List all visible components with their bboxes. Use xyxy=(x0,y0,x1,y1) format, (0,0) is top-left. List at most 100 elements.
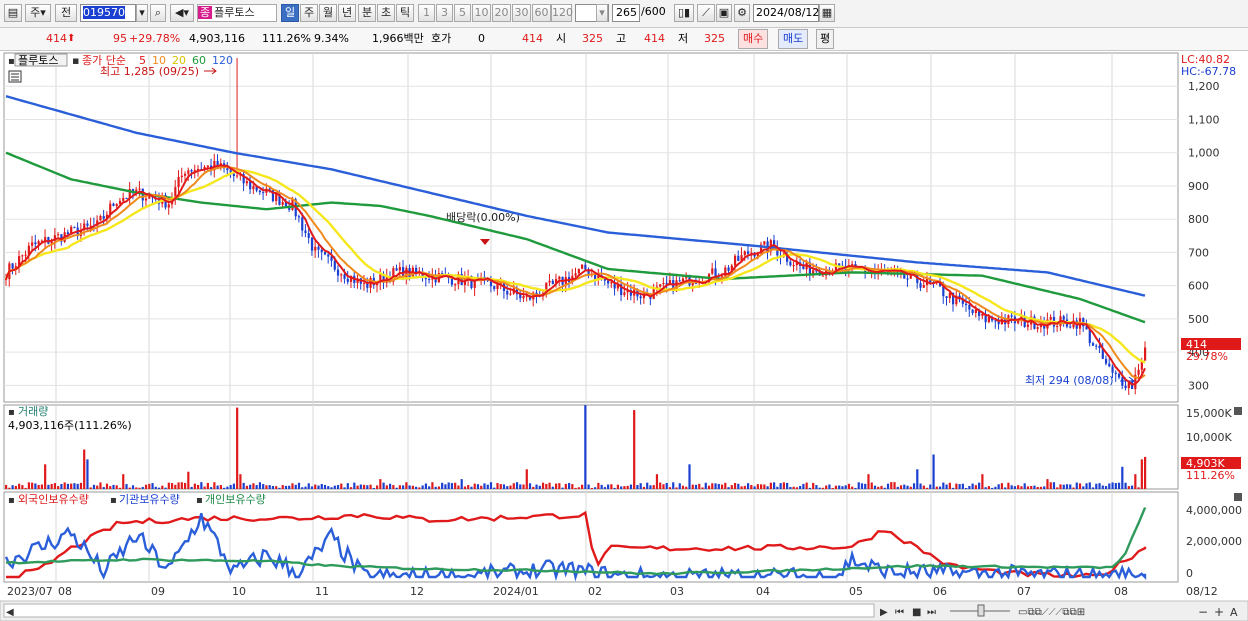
candle-body xyxy=(34,242,37,245)
first-page-icon[interactable]: ⏮ xyxy=(895,607,904,618)
scroll-left-icon[interactable]: ◀ xyxy=(6,607,14,618)
volume-bar xyxy=(574,487,577,489)
interval-30[interactable]: 30 xyxy=(512,4,531,22)
holdings-menu-icon-2[interactable]: ▪ xyxy=(110,495,117,506)
stock-name-field[interactable]: 종 플루토스 xyxy=(197,4,277,22)
volume-bar xyxy=(174,484,177,489)
volume-bar xyxy=(714,483,717,489)
search-icon[interactable]: ⌕ xyxy=(150,4,166,22)
volume-bar xyxy=(773,482,776,489)
candle-body xyxy=(180,175,183,177)
count-input[interactable]: 265 xyxy=(612,4,640,22)
date-input[interactable]: 2024/08/12 xyxy=(753,4,819,22)
volume-last-pct: 111.26% xyxy=(1186,469,1235,482)
candle-type-icon[interactable]: ▯▮ xyxy=(674,4,694,22)
holdings-foreign-label: 외국인보유수량 xyxy=(18,493,89,506)
avg-button[interactable]: 평 xyxy=(816,29,835,49)
last-page-icon[interactable]: ⏭ xyxy=(927,607,936,618)
settings-icon[interactable]: ⚙ xyxy=(734,4,750,22)
period-tick[interactable]: 틱 xyxy=(396,4,414,22)
volume-bar xyxy=(372,487,375,489)
interval-10[interactable]: 10 xyxy=(472,4,491,22)
volume-bar xyxy=(47,484,50,489)
buy-button[interactable]: 매수 xyxy=(738,29,769,49)
volume-bar xyxy=(105,483,109,489)
holdings-menu-icon-3[interactable]: ▪ xyxy=(196,495,203,506)
view-tool-icons[interactable]: ▭⧉⧉⟋⟋⟋⧉⧉⊞ xyxy=(1018,607,1085,618)
price-tick: 1,100 xyxy=(1188,113,1220,126)
holdings-close-icon[interactable] xyxy=(1234,493,1242,501)
period-day[interactable]: 일 xyxy=(281,4,299,22)
candle-body xyxy=(333,260,336,270)
interval-60[interactable]: 60 xyxy=(532,4,551,22)
volume-bar xyxy=(265,485,268,489)
holdings-menu-icon[interactable]: ▪ xyxy=(8,495,15,506)
volume-bar xyxy=(268,485,271,489)
volume-bar xyxy=(763,484,766,489)
volume-bar xyxy=(405,482,408,489)
interval-1[interactable]: 1 xyxy=(418,4,435,22)
period-week[interactable]: 주 xyxy=(300,4,318,22)
stock-code-input[interactable]: 019570 xyxy=(80,4,136,22)
speaker-icon[interactable]: ◀▾ xyxy=(170,4,194,22)
volume-bar xyxy=(1085,483,1088,489)
stock-name-label: 플루토스 xyxy=(214,6,255,19)
interval-20[interactable]: 20 xyxy=(492,4,511,22)
scroll-track[interactable] xyxy=(3,603,875,618)
volume-bar xyxy=(759,484,763,489)
panel-menu-icon-2[interactable]: ▪ xyxy=(72,54,79,67)
calendar-icon[interactable]: ▦ xyxy=(819,4,835,22)
candle-body xyxy=(577,268,580,274)
volume-bar xyxy=(672,482,675,489)
volume-menu-icon[interactable]: ▪ xyxy=(8,407,15,418)
candle-body xyxy=(112,203,115,206)
volume-close-icon[interactable] xyxy=(1234,407,1242,415)
layout-icon[interactable]: ▤ xyxy=(4,4,22,22)
volume-bar xyxy=(1117,482,1121,489)
period-second[interactable]: 초 xyxy=(377,4,395,22)
volume-bar xyxy=(141,486,144,489)
auto-scale-icon[interactable]: A xyxy=(1230,606,1238,619)
period-type-select[interactable]: 주▾ xyxy=(25,4,51,22)
volume-bar xyxy=(389,483,392,489)
volume-bar xyxy=(698,483,701,489)
zoom-in-icon[interactable]: + xyxy=(1214,605,1224,619)
volume-bar xyxy=(281,485,284,489)
interval-dropdown-icon[interactable]: ▾ xyxy=(596,4,608,22)
sell-button[interactable]: 매도 xyxy=(778,29,809,49)
stop-icon[interactable]: ■ xyxy=(912,607,921,618)
volume-bar xyxy=(1114,483,1117,489)
volume-bar xyxy=(815,485,818,489)
interval-5[interactable]: 5 xyxy=(454,4,471,22)
period-year[interactable]: 년 xyxy=(338,4,356,22)
code-dropdown-icon[interactable]: ▾ xyxy=(136,4,148,22)
interval-120[interactable]: 120 xyxy=(551,4,573,22)
volume-bar xyxy=(522,484,525,489)
volume-bar xyxy=(1046,479,1049,489)
volume-bar xyxy=(880,485,883,489)
save-icon[interactable]: ▣ xyxy=(716,4,732,22)
candle-body xyxy=(115,203,118,206)
candle-body xyxy=(66,232,70,235)
period-month[interactable]: 월 xyxy=(319,4,337,22)
draw-tool-icon[interactable]: ⟋ xyxy=(697,4,715,22)
volume-bar xyxy=(213,482,216,489)
scroll-right-icon[interactable]: ▶ xyxy=(880,607,888,618)
volume-bar xyxy=(382,482,385,489)
candle-body xyxy=(11,263,14,269)
volume-bar xyxy=(1039,486,1043,489)
candle-body xyxy=(428,279,431,281)
volume-bar xyxy=(558,483,561,489)
candle-body xyxy=(1088,329,1091,344)
volume-bar xyxy=(408,485,411,489)
candle-body xyxy=(506,291,509,295)
interval-3[interactable]: 3 xyxy=(436,4,453,22)
zoom-out-icon[interactable]: − xyxy=(1198,605,1208,619)
volume-bar xyxy=(118,487,122,489)
zoom-slider-handle[interactable] xyxy=(977,604,985,617)
prev-button[interactable]: 전 xyxy=(55,4,77,22)
volume-bar xyxy=(275,486,278,489)
panel-menu-icon[interactable]: ▪ xyxy=(8,56,15,67)
volume-bar xyxy=(655,474,659,489)
period-minute[interactable]: 분 xyxy=(358,4,376,22)
